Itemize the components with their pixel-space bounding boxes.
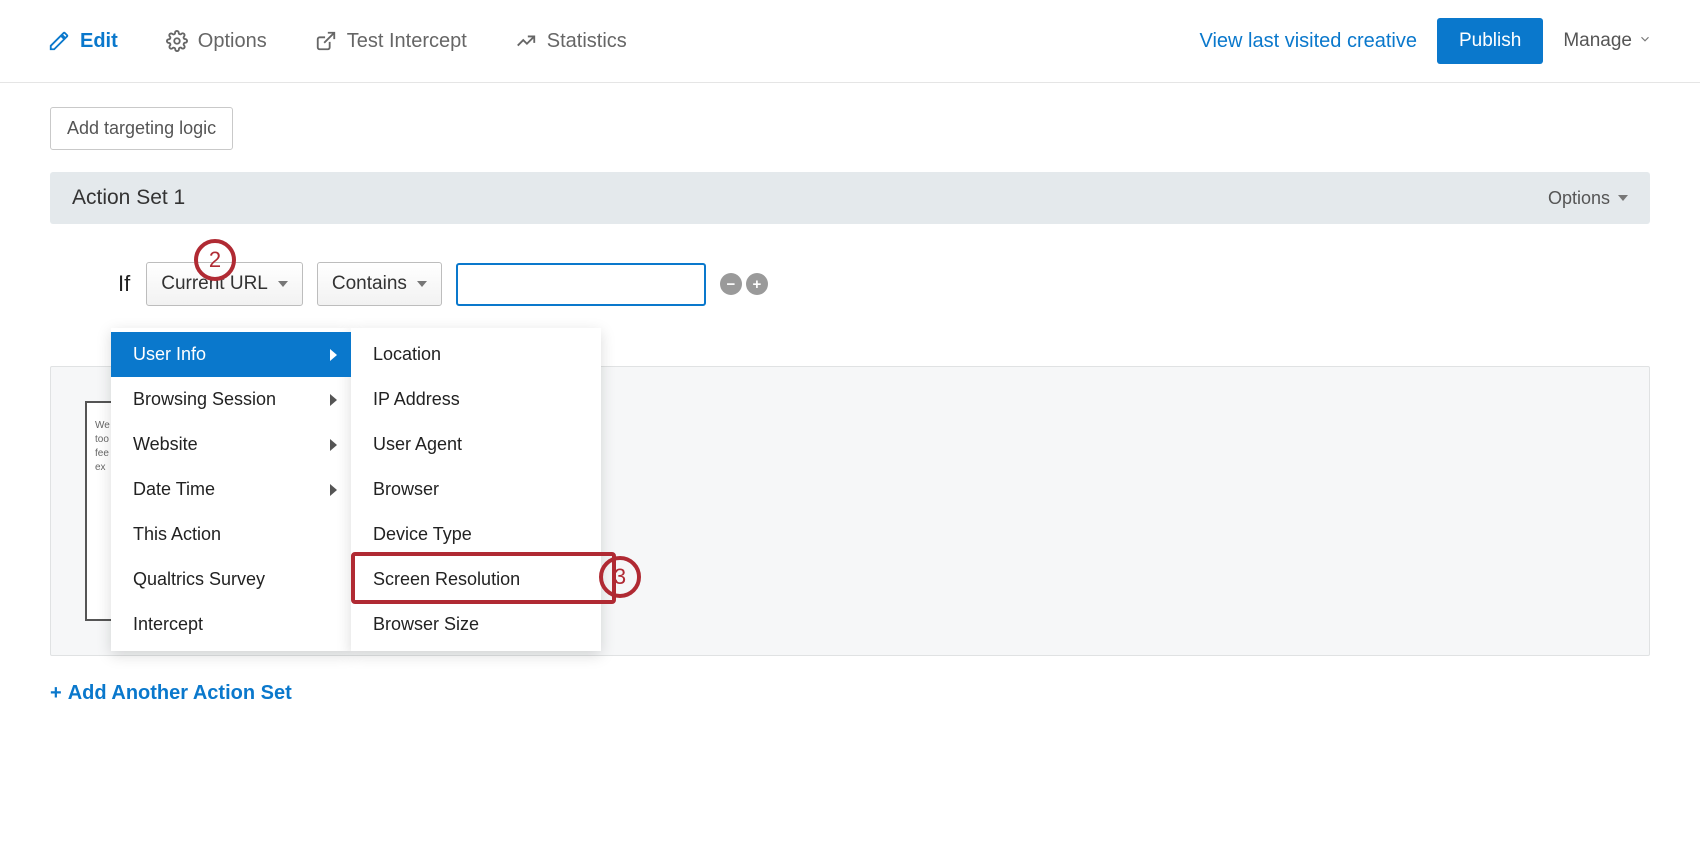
actionset-title: Action Set 1: [72, 186, 185, 210]
publish-button[interactable]: Publish: [1437, 18, 1543, 64]
tab-test-intercept[interactable]: Test Intercept: [315, 30, 467, 53]
plus-icon: +: [50, 682, 62, 705]
dd-item-user-info[interactable]: User Info: [111, 332, 351, 377]
condition-operator-dropdown[interactable]: Contains: [317, 262, 442, 306]
tab-options[interactable]: Options: [166, 30, 267, 53]
caret-down-icon: [1618, 195, 1628, 201]
actionset-options-dropdown[interactable]: Options: [1548, 188, 1628, 209]
tab-options-label: Options: [198, 30, 267, 53]
add-another-label: Add Another Action Set: [68, 682, 292, 705]
tab-edit[interactable]: Edit: [48, 30, 118, 53]
dd-item-intercept[interactable]: Intercept: [111, 602, 351, 647]
pencil-icon: [48, 30, 70, 52]
targeting-dropdown-categories: User Info Browsing Session Website Date …: [111, 328, 351, 651]
condition-value-input[interactable]: [456, 263, 706, 306]
condition-row: If Current URL Contains − +: [50, 262, 1650, 306]
actionset-header: Action Set 1 Options: [50, 172, 1650, 224]
add-another-actionset-link[interactable]: + Add Another Action Set: [50, 682, 1650, 705]
condition-actions: − +: [720, 273, 768, 295]
dd-item-browsing-session[interactable]: Browsing Session: [111, 377, 351, 422]
arrow-right-icon: [330, 484, 337, 496]
chevron-down-icon: [1638, 30, 1652, 52]
toolbar-left: Edit Options Test Intercept Statistics: [48, 30, 627, 53]
dd-sub-browser-size[interactable]: Browser Size: [351, 602, 601, 647]
arrow-right-icon: [330, 394, 337, 406]
tab-test-intercept-label: Test Intercept: [347, 30, 467, 53]
caret-down-icon: [278, 281, 288, 287]
dd-item-date-time[interactable]: Date Time: [111, 467, 351, 512]
dd-sub-device-type[interactable]: Device Type: [351, 512, 601, 557]
dd-sub-location[interactable]: Location: [351, 332, 601, 377]
annotation-2: 2: [194, 239, 236, 281]
dd-item-qualtrics-survey[interactable]: Qualtrics Survey: [111, 557, 351, 602]
dd-item-website[interactable]: Website: [111, 422, 351, 467]
page-body: Add targeting logic Action Set 1 Options…: [0, 83, 1700, 729]
dd-sub-screen-resolution[interactable]: Screen Resolution: [351, 557, 601, 602]
dd-sub-user-agent[interactable]: User Agent: [351, 422, 601, 467]
view-last-creative-link[interactable]: View last visited creative: [1200, 30, 1418, 53]
annotation-3: 3: [599, 556, 641, 598]
actionset-options-label: Options: [1548, 188, 1610, 209]
targeting-dropdown: User Info Browsing Session Website Date …: [111, 328, 601, 651]
if-label: If: [118, 271, 130, 297]
targeting-dropdown-subitems: Location IP Address User Agent Browser D…: [351, 328, 601, 651]
toolbar-right: View last visited creative Publish Manag…: [1200, 18, 1653, 64]
add-targeting-button[interactable]: Add targeting logic: [50, 107, 233, 150]
export-icon: [315, 30, 337, 52]
stats-icon: [515, 30, 537, 52]
condition-operator-value: Contains: [332, 273, 407, 295]
top-toolbar: Edit Options Test Intercept Statistics V…: [0, 0, 1700, 83]
tab-edit-label: Edit: [80, 30, 118, 53]
add-condition-button[interactable]: +: [746, 273, 768, 295]
arrow-right-icon: [330, 349, 337, 361]
tab-statistics-label: Statistics: [547, 30, 627, 53]
remove-condition-button[interactable]: −: [720, 273, 742, 295]
tab-statistics[interactable]: Statistics: [515, 30, 627, 53]
manage-dropdown[interactable]: Manage: [1563, 30, 1652, 52]
dd-sub-browser[interactable]: Browser: [351, 467, 601, 512]
manage-label: Manage: [1563, 30, 1632, 52]
dd-item-this-action[interactable]: This Action: [111, 512, 351, 557]
dd-sub-ip-address[interactable]: IP Address: [351, 377, 601, 422]
arrow-right-icon: [330, 439, 337, 451]
gear-icon: [166, 30, 188, 52]
caret-down-icon: [417, 281, 427, 287]
